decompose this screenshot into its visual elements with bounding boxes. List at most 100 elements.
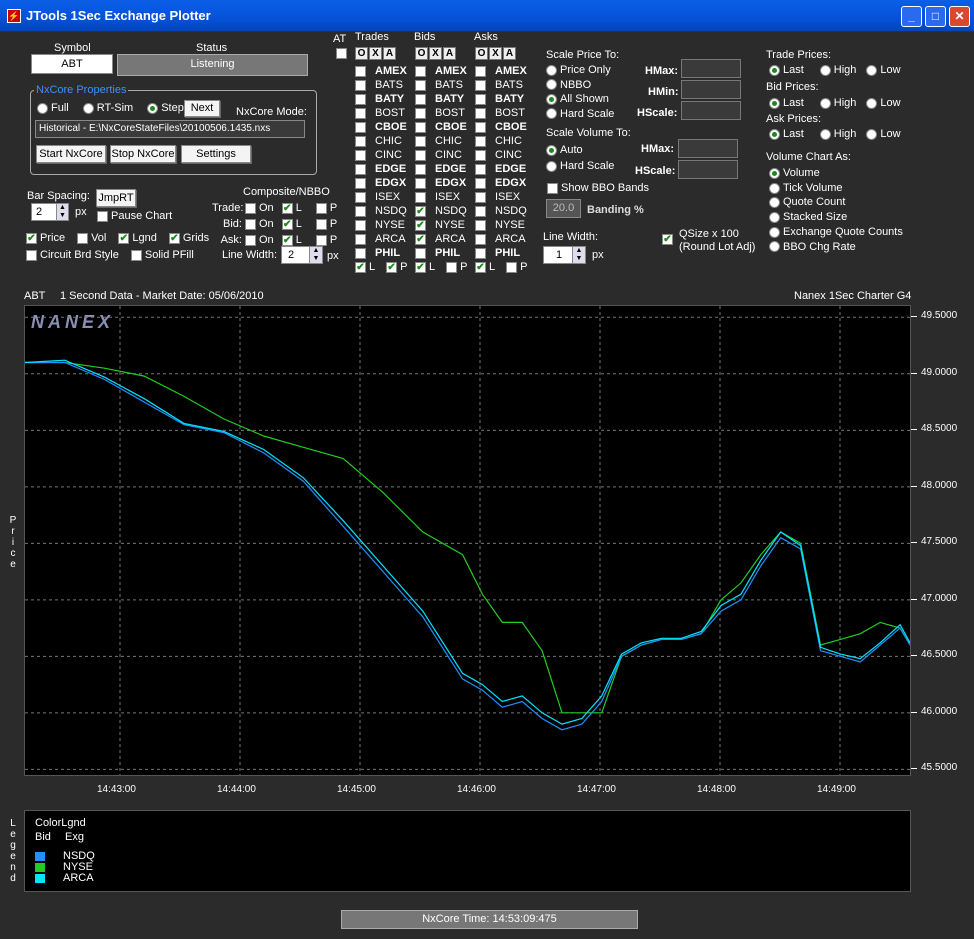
bids-p-checkbox[interactable] (446, 261, 458, 273)
scale-all-shown-radio[interactable] (546, 93, 557, 105)
lgnd-checkbox[interactable]: ✔ (118, 232, 130, 244)
bid-last-radio[interactable] (769, 97, 780, 109)
trades-cinc-checkbox[interactable] (355, 149, 366, 161)
asks-oxa-x-button[interactable]: X (489, 47, 502, 60)
price-hmax-input[interactable] (681, 59, 741, 78)
scale-hard-radio[interactable] (546, 108, 557, 120)
trade-on-checkbox[interactable] (245, 202, 256, 214)
line-width-spinner-icon[interactable]: ▲ ▼ (572, 247, 585, 263)
bids-oxa-a-button[interactable]: A (443, 47, 456, 60)
asks-isex-checkbox[interactable] (475, 191, 486, 203)
trade-p-checkbox[interactable] (315, 202, 327, 214)
vc-exchange-quote-counts-radio[interactable] (769, 226, 780, 238)
next-button[interactable]: Next (184, 100, 220, 117)
ask-last-radio[interactable] (769, 128, 780, 140)
bids-chic-checkbox[interactable] (415, 135, 426, 147)
ask-l-checkbox[interactable]: ✔ (281, 234, 293, 246)
bids-oxa-o-button[interactable]: O (415, 47, 428, 60)
trade-last-radio[interactable] (769, 64, 780, 76)
bid-l-checkbox[interactable]: ✔ (281, 218, 293, 230)
bids-cboe-checkbox[interactable] (415, 121, 426, 133)
maximize-button[interactable]: □ (925, 6, 946, 27)
bids-baty-checkbox[interactable] (415, 93, 426, 105)
vol-checkbox[interactable] (77, 232, 89, 244)
asks-phil-checkbox[interactable] (475, 247, 486, 259)
volume-auto-radio[interactable] (546, 144, 557, 156)
jmprt-button[interactable]: JmpRT (96, 189, 136, 207)
asks-amex-checkbox[interactable] (475, 65, 486, 77)
start-nxcore-button[interactable]: Start NxCore (36, 145, 106, 163)
trades-oxa-a-button[interactable]: A (383, 47, 396, 60)
vc-tick-volume-radio[interactable] (769, 182, 780, 194)
bids-arca-checkbox[interactable]: ✔ (415, 233, 426, 245)
vc-volume-radio[interactable] (769, 167, 780, 179)
asks-arca-checkbox[interactable] (475, 233, 486, 245)
bids-nsdq-checkbox[interactable]: ✔ (415, 205, 426, 217)
trade-l-checkbox[interactable]: ✔ (281, 202, 293, 214)
bid-p-checkbox[interactable] (315, 218, 327, 230)
at-checkbox[interactable] (336, 47, 347, 59)
trades-isex-checkbox[interactable] (355, 191, 366, 203)
trades-bats-checkbox[interactable] (355, 79, 366, 91)
circuit-brd-checkbox[interactable] (26, 249, 37, 261)
ask-low-radio[interactable] (866, 128, 878, 140)
bids-oxa-x-button[interactable]: X (429, 47, 442, 60)
vc-bbo-chg-rate-radio[interactable] (769, 241, 780, 253)
bid-high-radio[interactable] (819, 97, 831, 109)
trade-low-radio[interactable] (866, 64, 878, 76)
asks-baty-checkbox[interactable] (475, 93, 486, 105)
mode-step-radio[interactable] (147, 102, 159, 114)
asks-oxa-o-button[interactable]: O (475, 47, 488, 60)
asks-nyse-checkbox[interactable] (475, 219, 486, 231)
asks-l-checkbox[interactable]: ✔ (475, 261, 486, 273)
scale-price-only-radio[interactable] (546, 64, 557, 76)
pause-chart-checkbox[interactable] (97, 210, 108, 222)
bid-low-radio[interactable] (866, 97, 878, 109)
asks-cinc-checkbox[interactable] (475, 149, 486, 161)
settings-button[interactable]: Settings (181, 145, 251, 163)
bids-cinc-checkbox[interactable] (415, 149, 426, 161)
volume-hscale-input[interactable] (678, 160, 738, 179)
volume-hmax-input[interactable] (678, 139, 738, 158)
asks-oxa-a-button[interactable]: A (503, 47, 516, 60)
banding-input[interactable]: 20.0 (546, 199, 581, 218)
show-bbo-checkbox[interactable] (547, 182, 558, 194)
asks-bats-checkbox[interactable] (475, 79, 486, 91)
bids-edge-checkbox[interactable] (415, 163, 426, 175)
bids-phil-checkbox[interactable] (415, 247, 426, 259)
asks-nsdq-checkbox[interactable] (475, 205, 486, 217)
mode-full-radio[interactable] (37, 102, 48, 114)
price-hscale-input[interactable] (681, 101, 741, 120)
trades-chic-checkbox[interactable] (355, 135, 366, 147)
trades-nyse-checkbox[interactable] (355, 219, 366, 231)
bids-l-checkbox[interactable]: ✔ (415, 261, 426, 273)
composite-line-width-spinner-icon[interactable]: ▲ ▼ (309, 247, 322, 263)
bids-amex-checkbox[interactable] (415, 65, 426, 77)
bids-isex-checkbox[interactable] (415, 191, 426, 203)
trades-phil-checkbox[interactable] (355, 247, 366, 259)
symbol-input[interactable]: ABT (31, 54, 113, 74)
trades-nsdq-checkbox[interactable] (355, 205, 366, 217)
trades-bost-checkbox[interactable] (355, 107, 366, 119)
grids-checkbox[interactable]: ✔ (168, 232, 180, 244)
asks-p-checkbox[interactable] (506, 261, 518, 273)
bar-spacing-spinner-icon[interactable]: ▲ ▼ (56, 204, 68, 220)
trades-oxa-x-button[interactable]: X (369, 47, 382, 60)
asks-cboe-checkbox[interactable] (475, 121, 486, 133)
ask-p-checkbox[interactable] (315, 234, 327, 246)
trades-l-checkbox[interactable]: ✔ (355, 261, 366, 273)
asks-bost-checkbox[interactable] (475, 107, 486, 119)
bids-nyse-checkbox[interactable]: ✔ (415, 219, 426, 231)
title-bar[interactable]: ⚡ JTools 1Sec Exchange Plotter _ □ ✕ (0, 0, 974, 32)
bid-on-checkbox[interactable] (245, 218, 256, 230)
close-button[interactable]: ✕ (949, 6, 970, 27)
asks-edge-checkbox[interactable] (475, 163, 486, 175)
trades-arca-checkbox[interactable] (355, 233, 366, 245)
trades-baty-checkbox[interactable] (355, 93, 366, 105)
trades-edge-checkbox[interactable] (355, 163, 366, 175)
bids-bost-checkbox[interactable] (415, 107, 426, 119)
ask-on-checkbox[interactable] (245, 234, 256, 246)
bids-edgx-checkbox[interactable] (415, 177, 426, 189)
asks-edgx-checkbox[interactable] (475, 177, 486, 189)
trade-high-radio[interactable] (819, 64, 831, 76)
